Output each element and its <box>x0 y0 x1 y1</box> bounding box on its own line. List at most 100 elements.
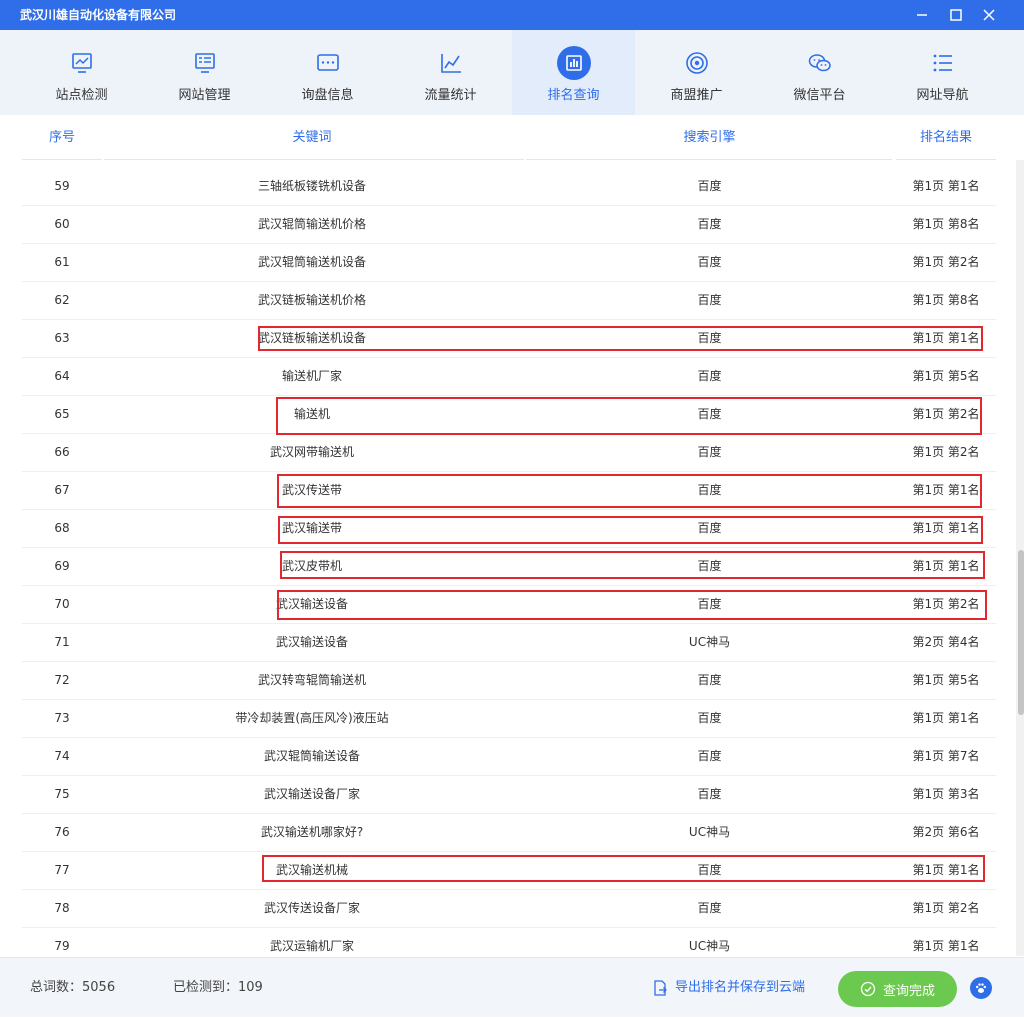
row-engine: 百度 <box>697 445 722 459</box>
tab-label: 排名查询 <box>547 88 600 103</box>
tab-site-check[interactable]: 站点检测 <box>20 30 143 115</box>
row-keyword: 武汉链板输送机价格 <box>257 293 366 307</box>
row-index: 63 <box>54 331 70 345</box>
table-row[interactable]: 67 武汉传送带 百度 第1页 第1名 <box>22 472 996 510</box>
row-index: 68 <box>54 521 70 535</box>
row-keyword: 武汉传送带 <box>281 483 342 497</box>
row-result: 第1页 第1名 <box>912 483 980 497</box>
tab-ranking[interactable]: 排名查询 <box>512 30 635 115</box>
table-row[interactable]: 72 武汉转弯辊筒输送机 百度 第1页 第5名 <box>22 662 996 700</box>
row-engine: 百度 <box>697 483 722 497</box>
row-index: 60 <box>54 217 70 231</box>
header-result: 排名结果 <box>919 130 972 145</box>
tab-label: 微信平台 <box>793 88 846 103</box>
tab-site-manage[interactable]: 网站管理 <box>143 30 266 115</box>
table-row[interactable]: 74 武汉辊筒输送设备 百度 第1页 第7名 <box>22 738 996 776</box>
table-row[interactable]: 60 武汉辊筒输送机价格 百度 第1页 第8名 <box>22 206 996 244</box>
row-result: 第1页 第5名 <box>912 673 980 687</box>
tab-label: 询盘信息 <box>301 88 354 103</box>
check-circle-icon <box>860 981 876 997</box>
row-index: 61 <box>54 255 70 269</box>
table-row[interactable]: 77 武汉输送机械 百度 第1页 第1名 <box>22 852 996 890</box>
done-label: 查询完成 <box>882 983 935 999</box>
tab-url-nav[interactable]: 网址导航 <box>881 30 1004 115</box>
row-keyword: 武汉传送设备厂家 <box>263 901 360 915</box>
table-row[interactable]: 64 输送机厂家 百度 第1页 第5名 <box>22 358 996 396</box>
row-result: 第1页 第1名 <box>912 559 980 573</box>
header-engine: 搜索引擎 <box>683 130 736 145</box>
row-keyword: 武汉输送机械 <box>275 863 348 877</box>
row-result: 第1页 第3名 <box>912 787 980 801</box>
paw-button[interactable] <box>970 977 992 999</box>
row-index: 67 <box>54 483 70 497</box>
tab-label: 网址导航 <box>916 88 969 103</box>
row-result: 第1页 第1名 <box>912 521 980 535</box>
target-icon <box>680 46 714 80</box>
close-icon <box>983 9 995 21</box>
minimize-button[interactable] <box>906 0 938 30</box>
table-row[interactable]: 70 武汉输送设备 百度 第1页 第2名 <box>22 586 996 624</box>
tab-promotion[interactable]: 商盟推广 <box>635 30 758 115</box>
table-row[interactable]: 65 输送机 百度 第1页 第2名 <box>22 396 996 434</box>
row-engine: 百度 <box>697 673 722 687</box>
header-divider <box>104 159 524 160</box>
list-icon <box>926 46 960 80</box>
ranking-table: 59 三轴纸板镂铣机设备 百度 第1页 第1名 60 武汉辊筒输送机价格 百度 第1页 第8… <box>22 168 996 966</box>
row-engine: 百度 <box>697 407 722 421</box>
table-row[interactable]: 78 武汉传送设备厂家 百度 第1页 第2名 <box>22 890 996 928</box>
tab-wechat[interactable]: 微信平台 <box>758 30 881 115</box>
row-keyword: 输送机 <box>293 407 330 421</box>
header-keyword: 关键词 <box>292 130 332 145</box>
row-result: 第1页 第7名 <box>912 749 980 763</box>
app-title: 武汉川雄自动化设备有限公司 <box>20 8 177 22</box>
close-button[interactable] <box>973 0 1005 30</box>
maximize-button[interactable] <box>940 0 972 30</box>
table-row[interactable]: 76 武汉输送机哪家好? UC神马 第2页 第6名 <box>22 814 996 852</box>
row-index: 65 <box>54 407 70 421</box>
row-result: 第1页 第1名 <box>912 179 980 193</box>
table-row[interactable]: 73 带冷却装置(高压风冷)液压站 百度 第1页 第1名 <box>22 700 996 738</box>
query-done-button[interactable]: 查询完成 <box>838 971 957 1007</box>
row-keyword: 武汉输送设备 <box>275 597 348 611</box>
row-result: 第1页 第2名 <box>912 407 980 421</box>
row-engine: 百度 <box>697 521 722 535</box>
row-result: 第1页 第1名 <box>912 863 980 877</box>
table-row[interactable]: 59 三轴纸板镂铣机设备 百度 第1页 第1名 <box>22 168 996 206</box>
row-engine: UC神马 <box>688 825 731 839</box>
export-button[interactable]: 导出排名并保存到云端 <box>651 958 805 1018</box>
row-index: 77 <box>54 863 70 877</box>
row-index: 66 <box>54 445 70 459</box>
row-keyword: 武汉输送机哪家好? <box>260 825 364 839</box>
row-result: 第1页 第2名 <box>912 901 980 915</box>
tab-inquiry[interactable]: 询盘信息 <box>266 30 389 115</box>
scrollbar-thumb[interactable] <box>1018 550 1024 715</box>
status-footer: 总词数：5056 已检测到：109 导出排名并保存到云端 查询完成 <box>0 957 1024 1017</box>
row-keyword: 输送机厂家 <box>281 369 342 383</box>
table-row[interactable]: 61 武汉辊筒输送机设备 百度 第1页 第2名 <box>22 244 996 282</box>
tab-label: 流量统计 <box>424 88 477 103</box>
table-row[interactable]: 63 武汉链板输送机设备 百度 第1页 第1名 <box>22 320 996 358</box>
row-result: 第2页 第6名 <box>912 825 980 839</box>
message-dots-icon <box>311 46 345 80</box>
header-divider <box>526 159 892 160</box>
row-engine: 百度 <box>697 787 722 801</box>
row-index: 76 <box>54 825 70 839</box>
tab-label: 站点检测 <box>55 88 108 103</box>
row-index: 73 <box>54 711 70 725</box>
table-row[interactable]: 68 武汉输送带 百度 第1页 第1名 <box>22 510 996 548</box>
monitor-chart-icon <box>65 46 99 80</box>
table-row[interactable]: 69 武汉皮带机 百度 第1页 第1名 <box>22 548 996 586</box>
row-keyword: 三轴纸板镂铣机设备 <box>257 179 366 193</box>
table-row[interactable]: 66 武汉网带输送机 百度 第1页 第2名 <box>22 434 996 472</box>
row-result: 第1页 第2名 <box>912 597 980 611</box>
table-row[interactable]: 75 武汉输送设备厂家 百度 第1页 第3名 <box>22 776 996 814</box>
table-row[interactable]: 71 武汉输送设备 UC神马 第2页 第4名 <box>22 624 996 662</box>
main-nav: 站点检测 网站管理 询盘信息 流量统计 排名查询 商盟推广 微信平台 网址导航 <box>0 30 1024 115</box>
row-index: 72 <box>54 673 70 687</box>
bar-chart-icon <box>556 46 591 80</box>
row-keyword: 武汉输送设备 <box>275 635 348 649</box>
row-keyword: 带冷却装置(高压风冷)液压站 <box>235 711 389 725</box>
row-result: 第1页 第2名 <box>912 445 980 459</box>
table-row[interactable]: 62 武汉链板输送机价格 百度 第1页 第8名 <box>22 282 996 320</box>
tab-traffic[interactable]: 流量统计 <box>389 30 512 115</box>
